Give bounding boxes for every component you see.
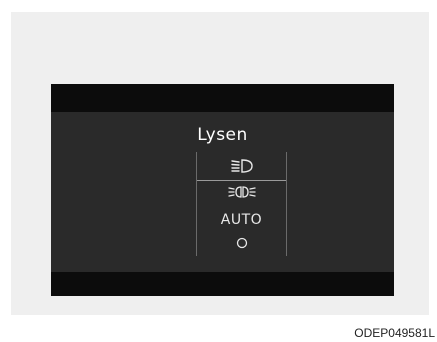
auto-label: AUTO	[220, 212, 263, 228]
screen-title: Lysen	[197, 125, 248, 145]
headlight-icon	[230, 158, 254, 178]
menu-item-off[interactable]	[197, 233, 286, 255]
lights-off-icon	[235, 235, 249, 254]
figure-code: ODEP049581L	[354, 326, 435, 340]
light-mode-menu: AUTO	[196, 152, 287, 256]
menu-item-auto[interactable]: AUTO	[197, 209, 286, 231]
cluster-display: Lysen AUTO	[51, 84, 394, 296]
parking-light-icon	[227, 184, 256, 204]
menu-item-headlight[interactable]	[197, 156, 286, 181]
bottom-bar	[51, 272, 394, 296]
top-bar	[51, 84, 394, 112]
menu-item-parking-light[interactable]	[197, 183, 286, 205]
figure-background: Lysen AUTO	[11, 12, 429, 315]
